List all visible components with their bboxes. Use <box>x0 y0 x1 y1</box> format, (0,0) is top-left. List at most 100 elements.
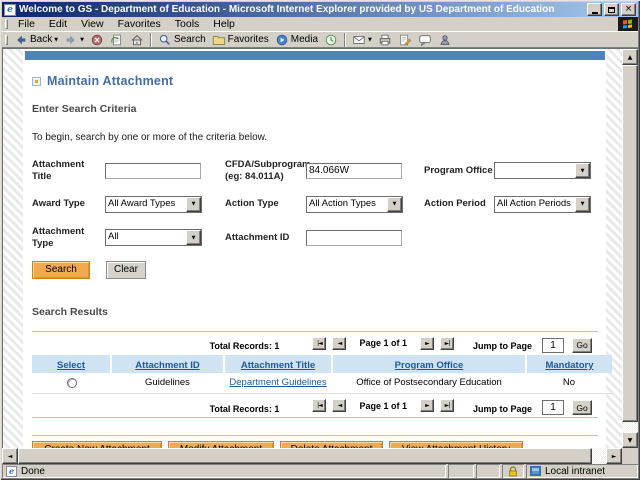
menu-help[interactable]: Help <box>206 17 242 31</box>
scroll-left-button[interactable]: ◄ <box>2 448 18 464</box>
attachment-type-select[interactable]: All ▼ <box>105 229 202 247</box>
refresh-button[interactable] <box>107 32 127 47</box>
toolbar-grip[interactable] <box>5 34 8 45</box>
security-panel <box>502 464 524 478</box>
action-type-select[interactable]: All Action Types ▼ <box>306 195 403 213</box>
print-button[interactable] <box>375 32 395 47</box>
vertical-scrollbar[interactable]: ▲ ▼ <box>622 49 638 448</box>
messenger-button[interactable] <box>435 32 455 47</box>
chevron-down-icon: ▼ <box>392 201 397 208</box>
next-page-button[interactable]: ► <box>419 399 434 412</box>
page-body: Maintain Attachment Enter Search Criteri… <box>24 49 612 458</box>
program-office-select[interactable]: ▼ <box>494 162 591 180</box>
minimize-icon <box>591 11 598 14</box>
clear-button[interactable]: Clear <box>106 260 146 279</box>
attachment-title-link[interactable]: Department Guidelines <box>229 377 326 388</box>
search-button[interactable]: Search <box>155 32 209 47</box>
menu-tools[interactable]: Tools <box>168 17 207 31</box>
divider <box>32 435 598 436</box>
home-icon <box>131 34 143 45</box>
restore-button[interactable] <box>604 3 619 16</box>
first-page-button[interactable]: |◄ <box>312 336 327 350</box>
previous-page-button[interactable]: ◄ <box>332 336 347 350</box>
stop-icon <box>91 34 103 45</box>
status-bar: e Done Local intranet <box>2 464 638 478</box>
last-page-button[interactable]: ►| <box>439 399 454 412</box>
favorites-button[interactable]: Favorites <box>209 32 272 47</box>
arrow-down-icon: ▼ <box>627 436 633 444</box>
toolbar-separator <box>149 32 152 47</box>
cfda-subprogram-label: CFDA/Subprogram (eg: 84.011A) <box>225 159 311 182</box>
back-dropdown-icon[interactable]: ▼ <box>54 37 58 43</box>
program-office-label: Program Office <box>424 164 493 176</box>
column-mandatory[interactable]: Mandatory <box>545 360 593 371</box>
first-page-button[interactable]: |◄ <box>312 399 327 412</box>
home-button[interactable] <box>127 32 147 47</box>
column-program-office[interactable]: Program Office <box>395 360 464 371</box>
media-button[interactable]: Media <box>272 32 321 47</box>
forward-dropdown-icon[interactable]: ▼ <box>80 37 84 43</box>
chevron-down-icon: ▼ <box>191 201 196 208</box>
search-button[interactable]: Search <box>32 260 90 279</box>
horizontal-scrollbar[interactable]: ◄ ► <box>2 448 638 464</box>
award-type-select[interactable]: All Award Types ▼ <box>105 195 202 213</box>
vertical-scroll-thumb[interactable] <box>622 65 638 422</box>
forward-button[interactable]: ▼ <box>61 32 87 47</box>
chevron-down-icon: ▼ <box>580 201 585 208</box>
toolbar-separator <box>344 32 347 47</box>
mail-button[interactable]: ▼ <box>349 32 375 47</box>
forward-icon <box>66 35 76 44</box>
horizontal-scroll-thumb[interactable] <box>18 448 592 464</box>
column-attachment-title[interactable]: Attachment Title <box>241 360 315 371</box>
jump-to-page-input[interactable] <box>542 400 564 415</box>
attachment-title-input[interactable] <box>105 162 201 179</box>
mail-dropdown-icon[interactable]: ▼ <box>368 37 372 43</box>
column-select[interactable]: Select <box>57 360 85 371</box>
favorites-icon <box>212 35 225 45</box>
close-button[interactable]: × <box>621 3 636 16</box>
menu-view[interactable]: View <box>74 17 111 31</box>
stop-button[interactable] <box>87 32 107 47</box>
minimize-button[interactable] <box>587 3 602 16</box>
column-attachment-id[interactable]: Attachment ID <box>135 360 199 371</box>
back-button[interactable]: Back ▼ <box>11 32 61 47</box>
cfda-subprogram-input[interactable] <box>306 162 402 179</box>
previous-page-button[interactable]: ◄ <box>332 399 347 412</box>
search-criteria-heading: Enter Search Criteria <box>32 103 137 115</box>
scroll-up-button[interactable]: ▲ <box>622 49 638 65</box>
previous-page-icon: ◄ <box>337 339 343 347</box>
next-page-icon: ► <box>425 402 430 409</box>
scroll-down-button[interactable]: ▼ <box>622 432 638 448</box>
menu-edit[interactable]: Edit <box>42 17 74 31</box>
last-page-button[interactable]: ►| <box>439 336 454 350</box>
history-button[interactable] <box>321 32 341 47</box>
results-table: Select Attachment ID Attachment Title Pr… <box>32 354 612 394</box>
next-page-button[interactable]: ► <box>419 336 434 350</box>
jump-to-page-input[interactable] <box>542 337 564 353</box>
ie-page-icon: e <box>4 3 16 16</box>
jump-to-page-label: Jump to Page <box>472 403 532 414</box>
go-button[interactable]: Go <box>572 337 592 353</box>
mail-icon <box>353 35 365 44</box>
discuss-icon <box>419 34 431 46</box>
menu-grip[interactable] <box>5 19 8 29</box>
ie-status-icon: e <box>6 465 17 477</box>
edit-button[interactable] <box>395 32 415 47</box>
jump-to-page-label: Jump to Page <box>472 341 532 351</box>
pagination-bottom: Total Records: 1 |◄ ◄ Page 1 of 1 ► ►| J… <box>32 394 598 417</box>
pagination-top: Total Records: 1 |◄ ◄ Page 1 of 1 ► ►| J… <box>32 332 598 355</box>
last-page-icon: ►| <box>444 339 451 347</box>
action-period-select[interactable]: All Action Periods ▼ <box>494 195 591 213</box>
next-page-icon: ► <box>425 339 430 347</box>
menu-file[interactable]: File <box>11 17 42 31</box>
close-icon: × <box>624 4 633 14</box>
menu-favorites[interactable]: Favorites <box>111 17 168 31</box>
chevron-down-icon: ▼ <box>191 234 196 241</box>
go-button[interactable]: Go <box>572 400 592 415</box>
discuss-button[interactable] <box>415 32 435 47</box>
row-select-radio[interactable] <box>66 377 77 388</box>
attachment-id-input[interactable] <box>306 229 402 246</box>
scroll-right-button[interactable]: ► <box>606 448 622 464</box>
search-results-heading: Search Results <box>32 305 108 318</box>
award-type-label: Award Type <box>32 198 85 210</box>
